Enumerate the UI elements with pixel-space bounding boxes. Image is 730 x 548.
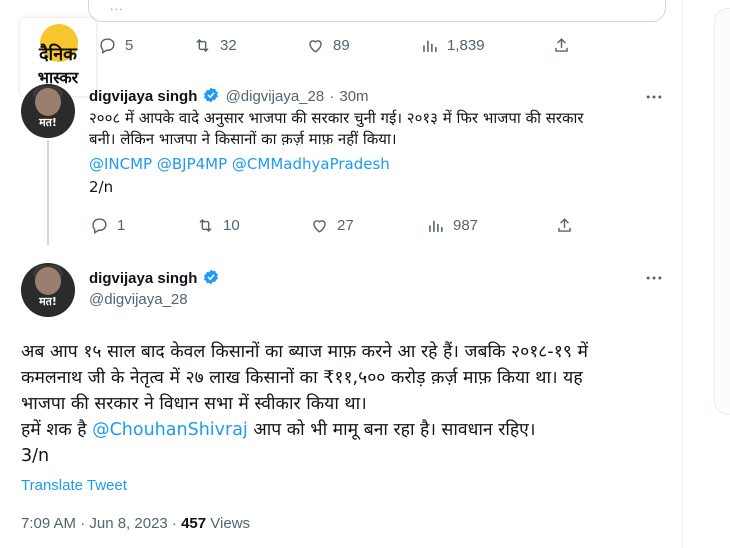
like-button[interactable]: 89: [306, 36, 350, 55]
quoted-tweet-text: ...: [110, 0, 124, 13]
retweet-count: 32: [220, 37, 237, 54]
mention-link[interactable]: @ChouhanShivraj: [92, 420, 248, 440]
avatar[interactable]: मत!: [21, 84, 75, 138]
tweet-thread-page: ... 5 32 89 1,839 दैनिक भास्कर मत! digvi…: [0, 0, 730, 548]
retweet-button[interactable]: 10: [196, 216, 240, 235]
reply-count: 5: [125, 37, 134, 54]
reply-button[interactable]: 5: [98, 36, 133, 55]
user-handle[interactable]: @digvijaya_28: [89, 291, 188, 308]
thread-connector: [47, 140, 49, 245]
views-button[interactable]: 987: [426, 216, 478, 235]
views-button[interactable]: 1,839: [420, 36, 485, 55]
avatar-caption: मत!: [39, 295, 57, 308]
tweet-header: digvijaya singh: [89, 268, 220, 287]
tweet-line: अब आप १५ साल बाद केवल किसानों का ब्याज म…: [21, 342, 588, 362]
more-options-icon[interactable]: [644, 268, 664, 288]
tweet-header: digvijaya singh @digvijaya_28 · 30m: [89, 86, 369, 105]
retweet-count: 10: [223, 217, 240, 234]
tweet-line: हमें शक है @ChouhanShivraj आप को भी मामू…: [21, 417, 671, 443]
analytics-icon: [423, 40, 437, 52]
tweet-line: २००८ में आपके वादे अनुसार भाजपा की सरकार…: [89, 109, 584, 127]
retweet-button[interactable]: 32: [193, 36, 237, 55]
avatar-face: [35, 88, 61, 116]
tweet-metadata: 7:09 AM · Jun 8, 2023 · 457 Views: [21, 515, 250, 532]
share-icon: [555, 38, 568, 52]
display-name[interactable]: digvijaya singh: [89, 270, 197, 287]
display-name[interactable]: digvijaya singh: [89, 88, 197, 105]
thread-count: 3/n: [21, 446, 50, 466]
reply-count: 1: [117, 217, 126, 234]
logo-line1: दैनिक: [38, 44, 78, 65]
tweet-timestamp[interactable]: 7:09 AM · Jun 8, 2023 ·: [21, 515, 181, 532]
more-options-icon[interactable]: [644, 87, 664, 107]
views-count: 1,839: [447, 37, 485, 54]
tweet-time[interactable]: 30m: [339, 88, 368, 105]
user-handle[interactable]: @digvijaya_28: [226, 88, 325, 105]
verified-badge-icon: [204, 87, 219, 103]
share-button[interactable]: [555, 216, 574, 235]
retweet-icon: [196, 38, 209, 53]
tweet-line: बनी। लेकिन भाजपा ने किसानों का क़र्ज़ मा…: [89, 130, 397, 148]
dainik-bhaskar-logo: दैनिक भास्कर: [20, 18, 96, 96]
mention-links[interactable]: @INCMP @BJP4MP @CMMadhyaPradesh: [89, 154, 674, 175]
like-count: 27: [337, 217, 354, 234]
share-button[interactable]: [552, 36, 571, 55]
avatar-face: [35, 267, 61, 295]
like-button[interactable]: 27: [310, 216, 354, 235]
views-count: 457: [181, 515, 207, 532]
heart-icon: [313, 220, 326, 233]
heart-icon: [309, 40, 322, 53]
reply-button[interactable]: 1: [90, 216, 125, 235]
right-sidebar-panel: [714, 8, 730, 415]
share-icon: [558, 218, 571, 232]
retweet-icon: [199, 218, 212, 233]
thread-count: 2/n: [89, 178, 114, 196]
tweet-text-segment: हमें शक है: [21, 420, 93, 440]
column-divider: [682, 0, 683, 548]
tweet-body: अब आप १५ साल बाद केवल किसानों का ब्याज म…: [21, 339, 671, 469]
like-count: 89: [333, 37, 350, 54]
quoted-tweet-card[interactable]: [88, 0, 666, 22]
logo-line2: भास्कर: [37, 68, 79, 87]
avatar[interactable]: मत!: [21, 263, 75, 317]
analytics-icon: [429, 220, 443, 232]
views-label: Views: [206, 515, 251, 532]
tweet-line: कमलनाथ जी के नेतृत्व में २७ लाख किसानों …: [21, 368, 583, 388]
tweet-body: २००८ में आपके वादे अनुसार भाजपा की सरकार…: [89, 108, 674, 198]
views-count: 987: [453, 217, 479, 234]
reply-icon: [100, 38, 115, 54]
tweet-text-segment: आप को भी मामू बना रहा है। सावधान रहिए।: [247, 420, 536, 440]
translate-tweet-link[interactable]: Translate Tweet: [21, 477, 127, 494]
verified-badge-icon: [204, 269, 219, 285]
avatar-caption: मत!: [39, 116, 57, 129]
tweet-line: भाजपा की सरकार ने विधान सभा में स्वीकार …: [21, 394, 367, 414]
separator-dot: ·: [329, 88, 335, 105]
reply-icon: [92, 218, 107, 234]
